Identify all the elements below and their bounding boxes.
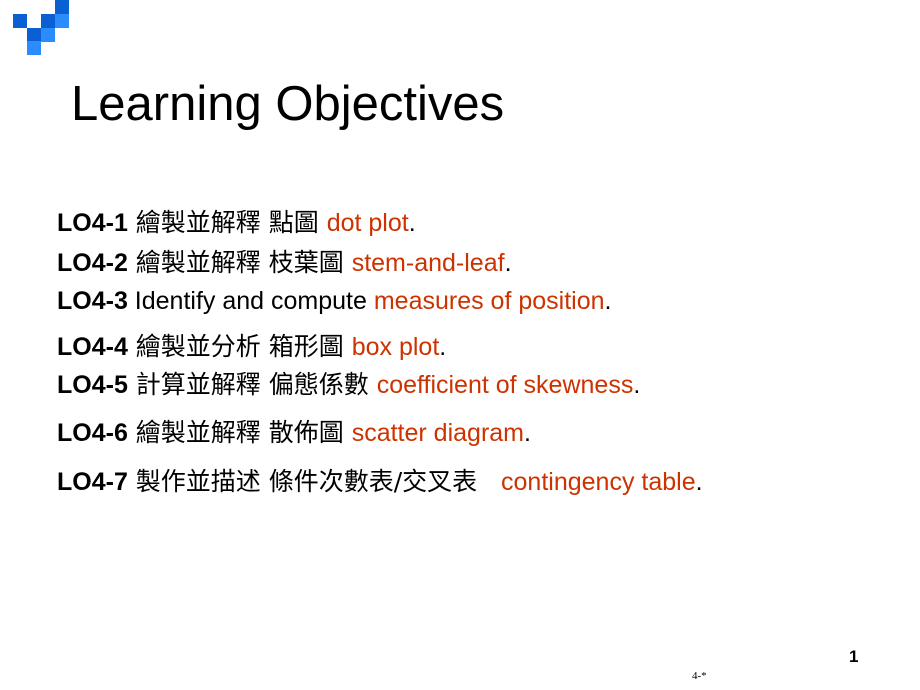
objective-term: box plot [351,333,440,361]
objective-description: 製作並描述 條件次數表/交叉表 [127,467,502,496]
logo-square [27,41,41,55]
objective-item: LO4-7 製作並描述 條件次數表/交叉表 contingency table. [57,467,703,497]
objective-description: Identify and compute [127,287,374,315]
objective-code: LO4-2 [57,249,128,277]
objective-code: LO4-4 [57,333,128,361]
objective-period: . [524,419,531,447]
objective-item: LO4-3 Identify and compute measures of p… [57,286,611,316]
objective-term: stem-and-leaf [351,249,505,277]
logo-square [55,14,69,28]
blue-squares-logo-icon [0,0,80,60]
objective-period: . [439,333,447,361]
slide-title: Learning Objectives [71,77,505,131]
objective-item: LO4-4 繪製並分析 箱形圖 box plot. [57,332,446,362]
objective-item: LO4-5 計算並解釋 偏態係數 coefficient of skewness… [57,370,640,400]
objective-period: . [695,468,703,496]
objective-term: contingency table [501,468,696,496]
logo-square [41,28,55,42]
objective-code: LO4-6 [57,419,128,447]
slide-number: 1 [849,647,859,666]
objective-item: LO4-1 繪製並解釋 點圖 dot plot. [57,208,416,238]
objective-period: . [408,209,416,237]
objective-term: measures of position [373,287,605,315]
objective-term: dot plot [326,209,409,237]
objective-description: 繪製並分析 箱形圖 [127,332,352,361]
objective-description: 繪製並解釋 散佈圖 [127,418,352,447]
objective-term: scatter diagram [351,419,524,447]
objective-term: coefficient of skewness [376,371,634,399]
objective-item: LO4-2 繪製並解釋 枝葉圖 stem-and-leaf. [57,248,512,278]
objective-description: 繪製並解釋 枝葉圖 [127,248,352,277]
objective-item: LO4-6 繪製並解釋 散佈圖 scatter diagram. [57,418,531,448]
objective-description: 繪製並解釋 點圖 [127,208,327,237]
objective-code: LO4-7 [57,468,128,496]
objective-description: 計算並解釋 偏態係數 [127,370,377,399]
objective-period: . [604,287,612,315]
logo-square [13,14,27,28]
logo-square [27,28,41,42]
logo-square [55,0,69,14]
logo-square [41,14,55,28]
objective-code: LO4-3 [57,287,128,315]
objective-period: . [504,249,512,277]
footer-page-label: 4-* [692,670,707,682]
objective-code: LO4-1 [57,209,128,237]
objective-code: LO4-5 [57,371,128,399]
objective-period: . [633,371,641,399]
